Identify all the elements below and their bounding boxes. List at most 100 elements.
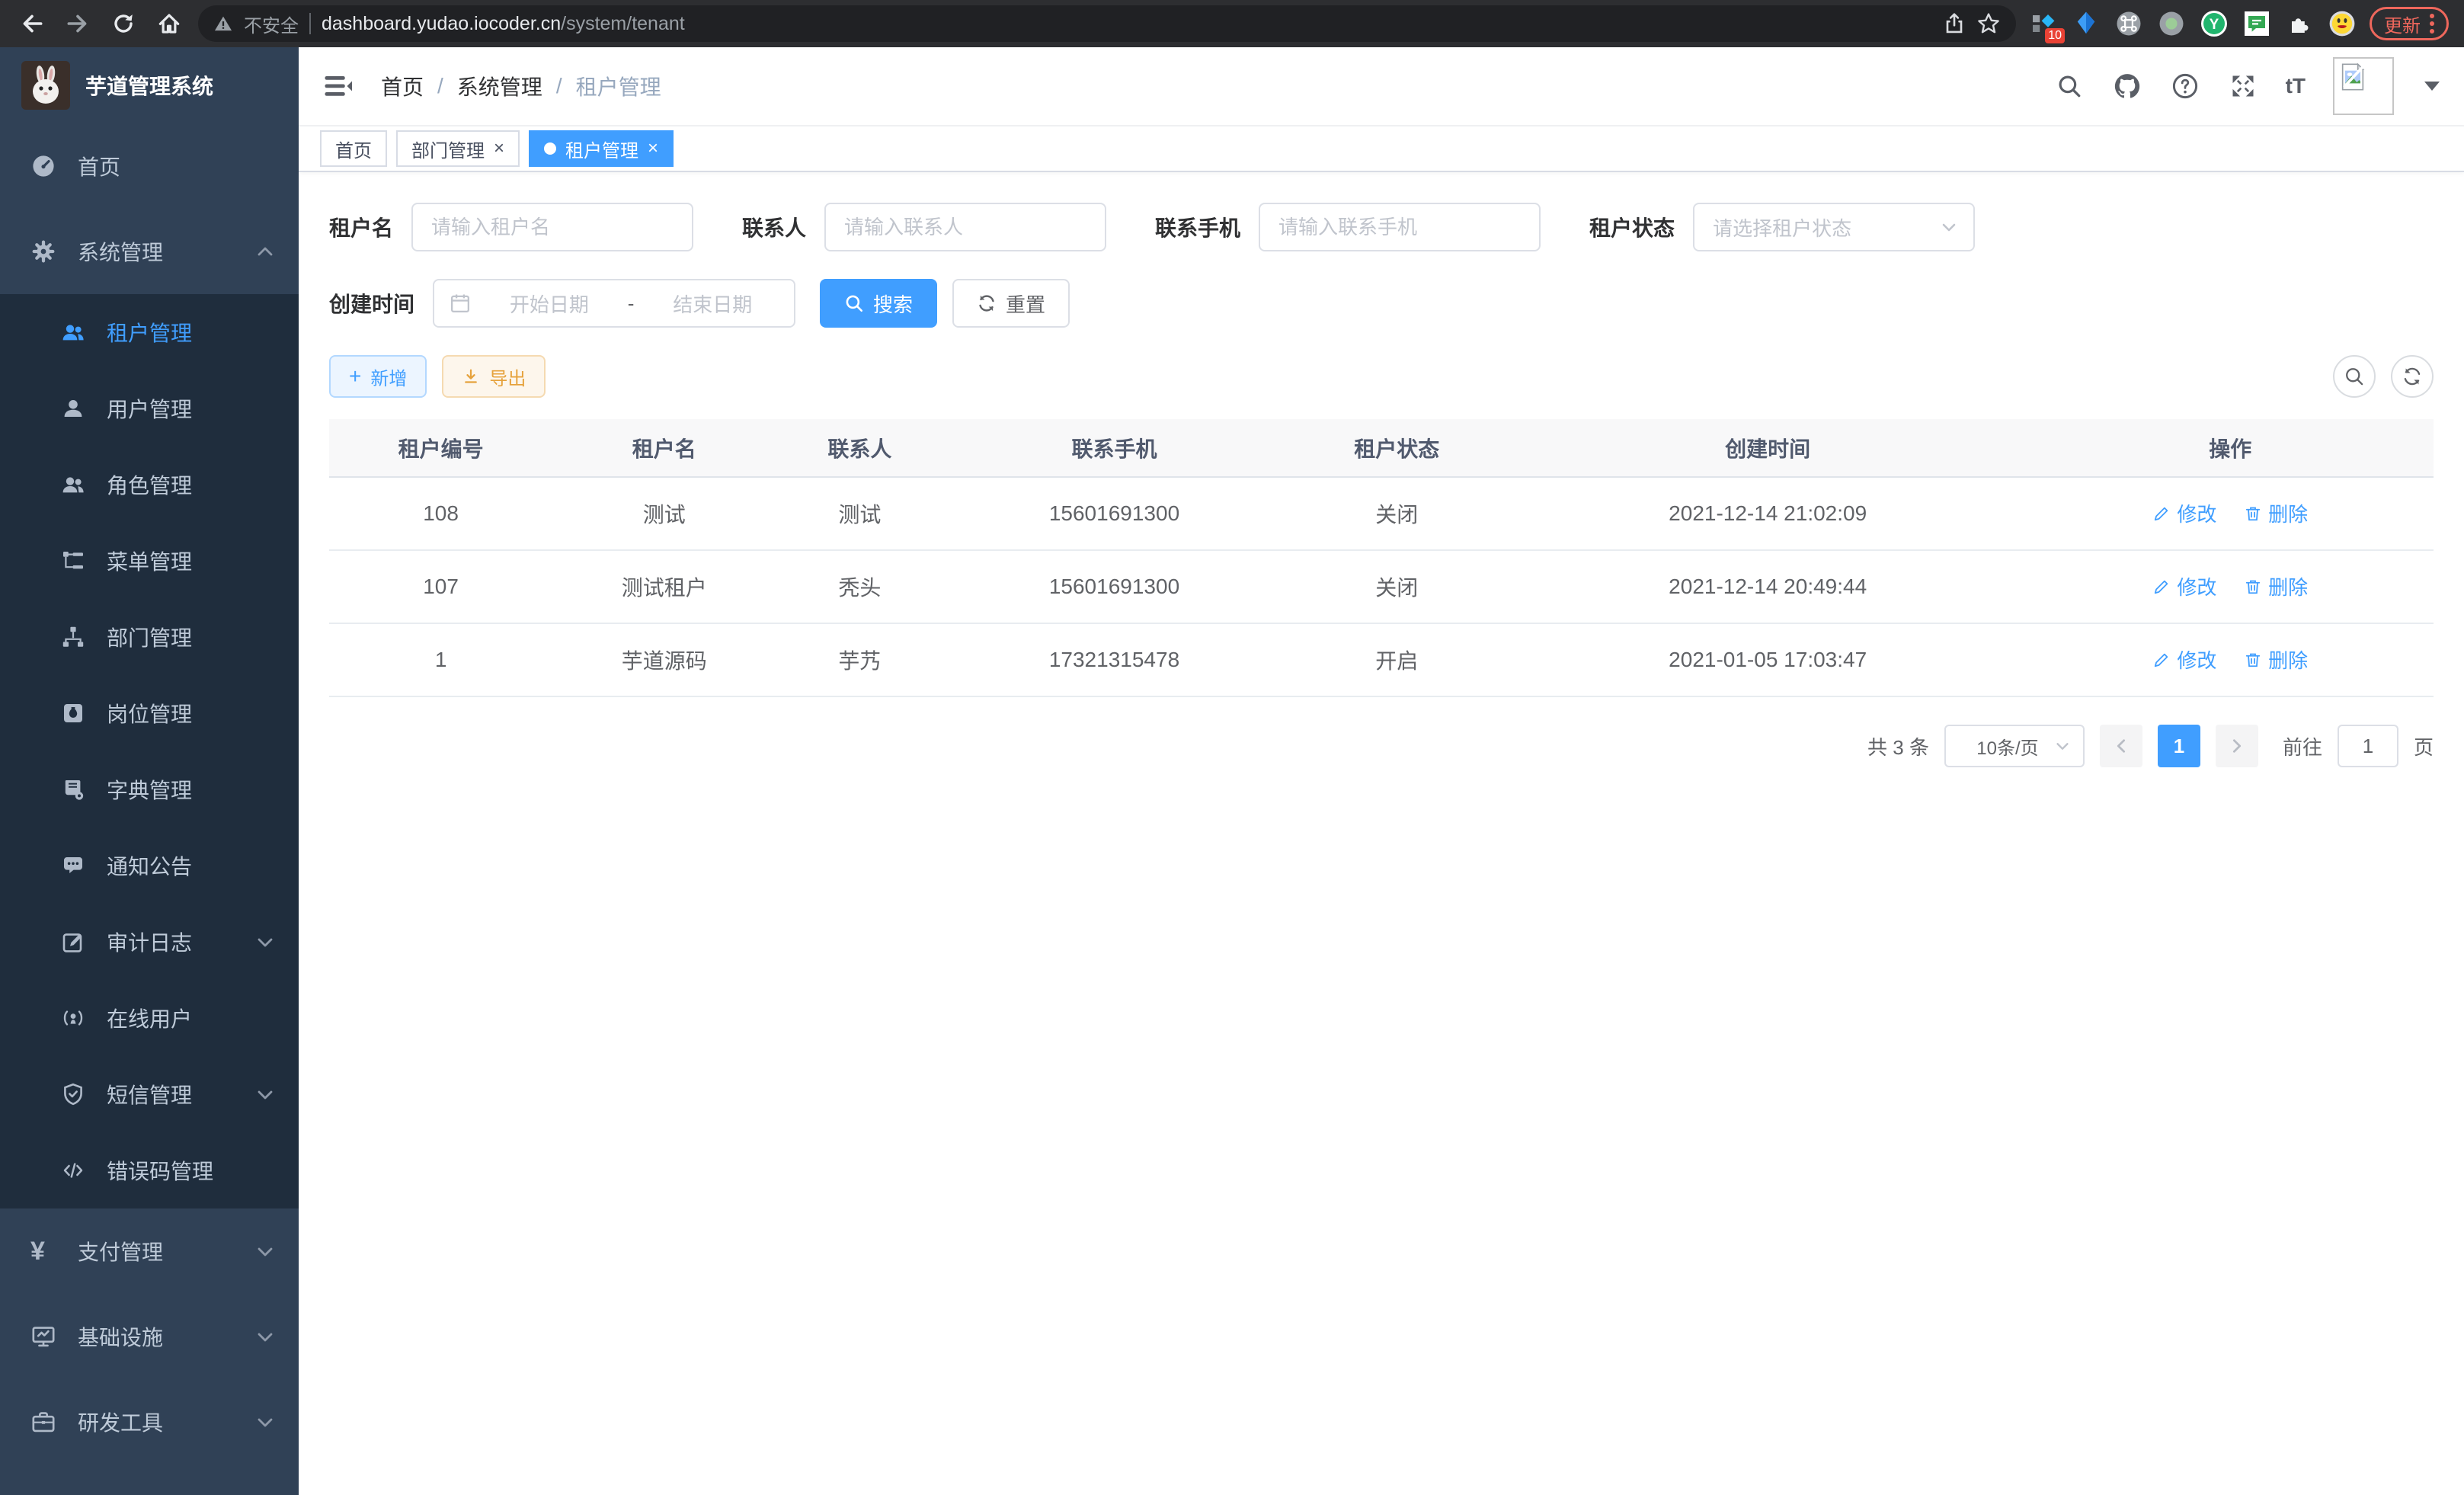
extension-y-icon[interactable]: Y [2199,8,2229,39]
screen: 不安全 dashboard.yudao.iocoder.cn/system/te… [0,0,2464,1495]
tag-dept[interactable]: 部门管理 × [396,130,520,167]
status-label: 租户状态 [1589,212,1675,242]
extension-chat-icon[interactable] [2242,8,2272,39]
forward-icon[interactable] [61,7,94,40]
goto-label: 前往 [2283,732,2322,760]
sidebar-item-notice[interactable]: 通知公告 [0,828,299,904]
breadcrumb: 首页 / 系统管理 / 租户管理 [381,71,661,101]
search-button[interactable]: 搜索 [820,279,937,328]
bookmark-star-icon[interactable] [1976,11,2001,36]
delete-button[interactable]: 删除 [2244,572,2308,600]
reset-button[interactable]: 重置 [952,279,1070,328]
back-icon[interactable] [15,7,49,40]
text-size-icon[interactable]: tT [2286,74,2306,98]
next-page-button[interactable] [2216,725,2258,767]
sidebar-item-tenant[interactable]: 租户管理 [0,294,299,370]
roles-icon [61,472,85,497]
extension-kite-icon[interactable] [2071,8,2101,39]
extension-y-glyph: Y [2210,17,2219,33]
pagination: 共 3 条 10条/页 1 前往 页 [329,725,2434,767]
sidebar-item-pay[interactable]: ¥ 支付管理 [0,1208,299,1294]
toggle-search-button[interactable] [2333,355,2376,398]
broken-image-icon [2338,62,2368,92]
sidebar-item-audit[interactable]: 审计日志 [0,904,299,980]
sidebar-label: 用户管理 [107,393,192,424]
tag-label: 部门管理 [411,136,485,162]
sidebar-item-sms[interactable]: 短信管理 [0,1056,299,1132]
system-submenu: 租户管理 用户管理 角色管理 [0,294,299,1208]
sidebar-item-home[interactable]: 首页 [0,123,299,209]
sidebar-item-infra[interactable]: 基础设施 [0,1294,299,1379]
security-label[interactable]: 不安全 [244,11,299,37]
tag-home[interactable]: 首页 [320,130,387,167]
address-bar[interactable]: 不安全 dashboard.yudao.iocoder.cn/system/te… [198,5,2016,42]
breadcrumb-home[interactable]: 首页 [381,71,424,101]
sidebar-label: 基础设施 [78,1321,163,1352]
page-1-button[interactable]: 1 [2158,725,2200,767]
page-size-select[interactable]: 10条/页 [1944,725,2085,767]
edit-button[interactable]: 修改 [2152,572,2216,600]
sidebar-item-post[interactable]: 岗位管理 [0,675,299,751]
extension-command-icon[interactable] [2114,8,2144,39]
browser-menu-icon[interactable] [2430,14,2434,34]
delete-button[interactable]: 删除 [2244,645,2308,674]
tenant-name-input[interactable] [411,203,693,251]
url-text[interactable]: dashboard.yudao.iocoder.cn/system/tenant [322,13,1932,35]
extension-devtools-icon[interactable]: 10 [2028,8,2059,39]
create-time-range-picker[interactable]: 开始日期 - 结束日期 [433,279,795,328]
sidebar-label: 菜单管理 [107,546,192,576]
refresh-table-button[interactable] [2391,355,2434,398]
sidebar-collapse-icon[interactable] [323,71,354,101]
github-icon[interactable] [2112,71,2142,101]
sidebar-item-errcode[interactable]: 错误码管理 [0,1132,299,1208]
chevron-down-icon [256,933,274,951]
sidebar-item-role[interactable]: 角色管理 [0,447,299,523]
table-row: 108 测试 测试 15601691300 关闭 2021-12-14 21:0… [329,477,2434,550]
reload-icon[interactable] [107,7,140,40]
home-icon[interactable] [152,7,186,40]
chevron-down-icon [1940,218,1958,236]
avatar-dropdown-icon[interactable] [2424,82,2440,91]
extension-emoji-icon[interactable] [2327,8,2357,39]
avatar[interactable] [2333,57,2394,115]
sidebar-label: 错误码管理 [107,1155,213,1186]
goto-page-input[interactable] [2338,725,2398,767]
app-logo[interactable]: 芋道管理系统 [0,47,299,123]
dict-book-icon [61,777,85,802]
sidebar-label: 在线用户 [107,1003,192,1033]
share-icon[interactable] [1943,12,1966,35]
delete-button[interactable]: 删除 [2244,499,2308,527]
sidebar-item-dept[interactable]: 部门管理 [0,599,299,675]
sidebar-item-system[interactable]: 系统管理 [0,209,299,294]
help-icon[interactable] [2170,71,2200,101]
mobile-input[interactable] [1259,203,1541,251]
update-label: 更新 [2384,11,2421,37]
header-search-icon[interactable] [2054,71,2085,101]
tag-tenant[interactable]: 租户管理 × [529,130,674,167]
chevron-up-icon [256,242,274,261]
extension-puzzle-icon[interactable] [2284,8,2315,39]
edit-button[interactable]: 修改 [2152,645,2216,674]
sidebar-item-online[interactable]: 在线用户 [0,980,299,1056]
chevron-down-icon [256,1327,274,1346]
sidebar-item-dev[interactable]: 研发工具 [0,1379,299,1465]
export-button[interactable]: 导出 [442,355,546,398]
fullscreen-icon[interactable] [2228,71,2258,101]
extension-recorder-icon[interactable] [2156,8,2187,39]
sidebar-item-dict[interactable]: 字典管理 [0,751,299,828]
tenant-status-select[interactable]: 请选择租户状态 [1693,203,1975,251]
sidebar-item-user[interactable]: 用户管理 [0,370,299,447]
tags-view-bar: 首页 部门管理 × 租户管理 × [299,126,2464,172]
edit-button[interactable]: 修改 [2152,499,2216,527]
add-button[interactable]: + 新增 [329,355,427,398]
prev-page-button[interactable] [2100,725,2142,767]
close-icon[interactable]: × [494,139,504,158]
sidebar-item-menu[interactable]: 菜单管理 [0,523,299,599]
tenant-name-label: 租户名 [329,212,393,242]
close-icon[interactable]: × [648,139,658,158]
date-start-placeholder[interactable]: 开始日期 [483,290,616,318]
browser-update-button[interactable]: 更新 [2370,7,2449,40]
contact-input[interactable] [824,203,1106,251]
breadcrumb-system[interactable]: 系统管理 [457,71,542,101]
date-end-placeholder[interactable]: 结束日期 [646,290,779,318]
